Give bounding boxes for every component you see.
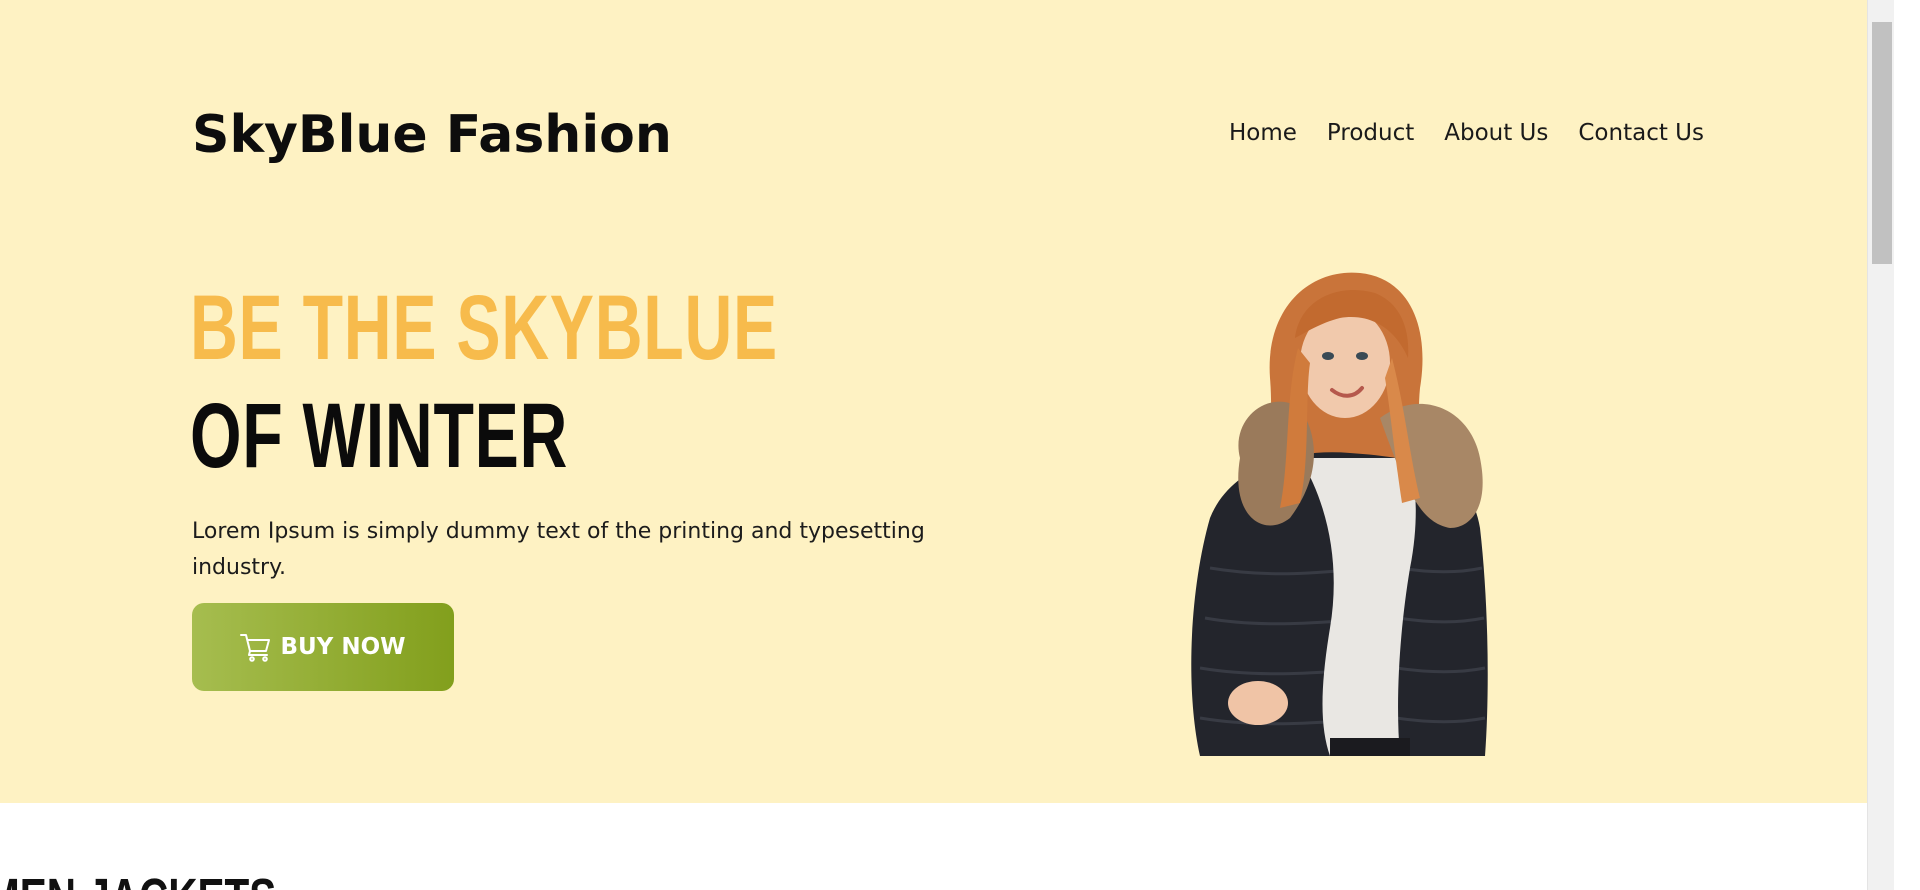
- vertical-scrollbar[interactable]: [1867, 0, 1894, 890]
- nav-product[interactable]: Product: [1327, 114, 1414, 152]
- buy-now-button[interactable]: BUY NOW: [192, 603, 454, 691]
- main-nav: Home Product About Us Contact Us: [1229, 114, 1704, 152]
- cart-icon: [240, 632, 272, 662]
- buy-now-label: BUY NOW: [280, 634, 406, 660]
- section-title-men-jackets: MEN JACKETS: [0, 868, 276, 890]
- hero-section: SkyBlue Fashion Home Product About Us Co…: [0, 0, 1894, 803]
- page: SkyBlue Fashion Home Product About Us Co…: [0, 0, 1894, 890]
- hero-description: Lorem Ipsum is simply dummy text of the …: [192, 519, 925, 580]
- nav-home[interactable]: Home: [1229, 114, 1297, 152]
- hero-model-image: [1170, 268, 1540, 756]
- nav-about-us[interactable]: About Us: [1444, 114, 1548, 152]
- hero-headline-line2: OF WINTER: [190, 385, 569, 487]
- nav-contact-us[interactable]: Contact Us: [1578, 114, 1704, 152]
- hero-headline-line1: BE THE SKYBLUE: [190, 277, 778, 379]
- brand-logo[interactable]: SkyBlue Fashion: [192, 100, 672, 170]
- scrollbar-thumb[interactable]: [1872, 22, 1892, 264]
